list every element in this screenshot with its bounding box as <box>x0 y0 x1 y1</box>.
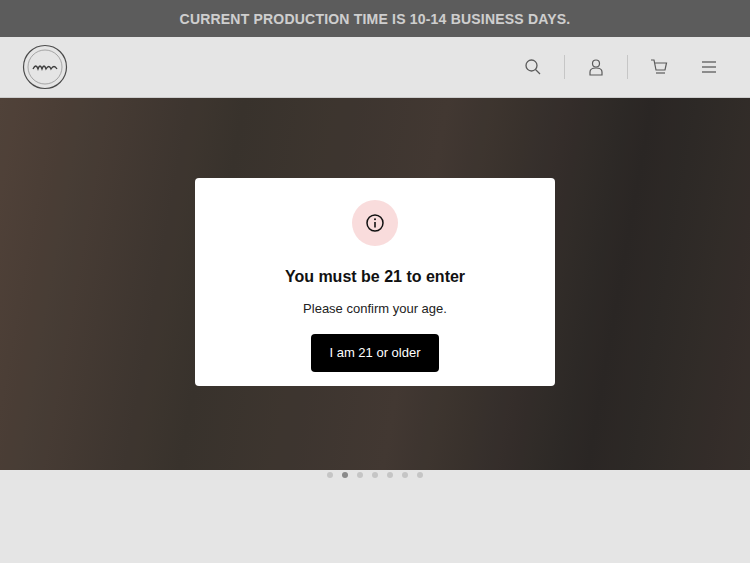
age-modal: You must be 21 to enter Please confirm y… <box>195 178 555 386</box>
info-badge <box>352 200 398 246</box>
modal-title: You must be 21 to enter <box>285 266 465 288</box>
info-icon <box>365 213 385 233</box>
modal-message: Please confirm your age. <box>303 300 447 318</box>
confirm-age-button[interactable]: I am 21 or older <box>311 334 438 372</box>
modal-overlay: You must be 21 to enter Please confirm y… <box>0 0 750 563</box>
